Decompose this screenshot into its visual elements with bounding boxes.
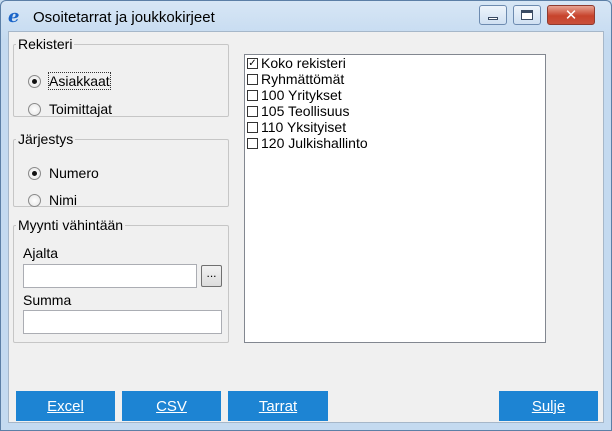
list-item[interactable]: 110 Yksityiset [247, 119, 346, 135]
radio-button[interactable] [28, 74, 41, 88]
e-logo-icon: e [8, 6, 20, 27]
list-item-label: Ryhmättömät [261, 71, 345, 87]
list-item[interactable]: Ryhmättömät [247, 71, 344, 87]
register-group: Rekisteri Asiakkaat Toimittajat [13, 37, 229, 117]
window-title: Osoitetarrat ja joukkokirjeet [33, 9, 215, 26]
dialog-body: Rekisteri Asiakkaat Toimittajat Järjesty… [8, 31, 604, 423]
order-group: Järjestys Numero Nimi [13, 131, 229, 208]
order-group-legend: Järjestys [18, 131, 74, 147]
maximize-button[interactable] [513, 5, 541, 25]
radio-label: Toimittajat [49, 101, 113, 117]
radio-nimi[interactable]: Nimi [28, 192, 77, 208]
close-button[interactable]: Sulje [499, 391, 598, 421]
checkbox[interactable]: ✓ [247, 57, 258, 69]
radio-label: Asiakkaat [48, 72, 111, 90]
dialog-window: e Osoitetarrat ja joukkokirjeet ✕ Rekist… [0, 0, 612, 431]
list-item[interactable]: 105 Teollisuus [247, 103, 349, 119]
period-input[interactable] [23, 264, 197, 288]
csv-button[interactable]: CSV [122, 391, 221, 421]
minimize-button[interactable] [479, 5, 507, 25]
list-item-label: 105 Teollisuus [261, 103, 350, 119]
group-checklist[interactable]: ✓ Koko rekisteri Ryhmättömät 100 Yrityks… [244, 54, 546, 343]
period-label: Ajalta [23, 245, 59, 261]
close-icon: ✕ [564, 5, 578, 24]
sales-group: Myynti vähintään Ajalta ... Summa [13, 218, 229, 343]
labels-button[interactable]: Tarrat [228, 391, 328, 421]
list-item-label: 110 Yksityiset [261, 119, 347, 135]
title-bar[interactable]: e Osoitetarrat ja joukkokirjeet ✕ [1, 1, 611, 33]
sales-group-legend: Myynti vähintään [18, 217, 124, 233]
excel-button[interactable]: Excel [16, 391, 115, 421]
radio-numero[interactable]: Numero [28, 165, 99, 181]
radio-button[interactable] [28, 166, 41, 180]
radio-label: Numero [49, 165, 99, 181]
close-window-button[interactable]: ✕ [547, 5, 595, 25]
checkbox[interactable] [247, 73, 258, 85]
radio-button[interactable] [28, 193, 41, 207]
minimize-icon [488, 16, 498, 20]
checkbox[interactable] [247, 89, 258, 101]
radio-asiakkaat[interactable]: Asiakkaat [28, 72, 111, 90]
checkbox[interactable] [247, 105, 258, 117]
radio-button[interactable] [28, 102, 41, 116]
radio-label: Nimi [49, 192, 77, 208]
checkbox[interactable] [247, 121, 258, 133]
list-item-label: 120 Julkishallinto [261, 135, 368, 151]
list-item[interactable]: 120 Julkishallinto [247, 135, 368, 151]
list-item-label: 100 Yritykset [261, 87, 342, 103]
radio-toimittajat[interactable]: Toimittajat [28, 101, 112, 117]
period-browse-button[interactable]: ... [201, 265, 222, 287]
maximize-icon [521, 10, 533, 20]
list-item-label: Koko rekisteri [261, 55, 346, 71]
checkbox[interactable] [247, 137, 258, 149]
list-item[interactable]: 100 Yritykset [247, 87, 342, 103]
amount-input[interactable] [23, 310, 222, 334]
list-item[interactable]: ✓ Koko rekisteri [247, 55, 346, 71]
register-group-legend: Rekisteri [18, 36, 73, 52]
amount-label: Summa [23, 292, 72, 308]
